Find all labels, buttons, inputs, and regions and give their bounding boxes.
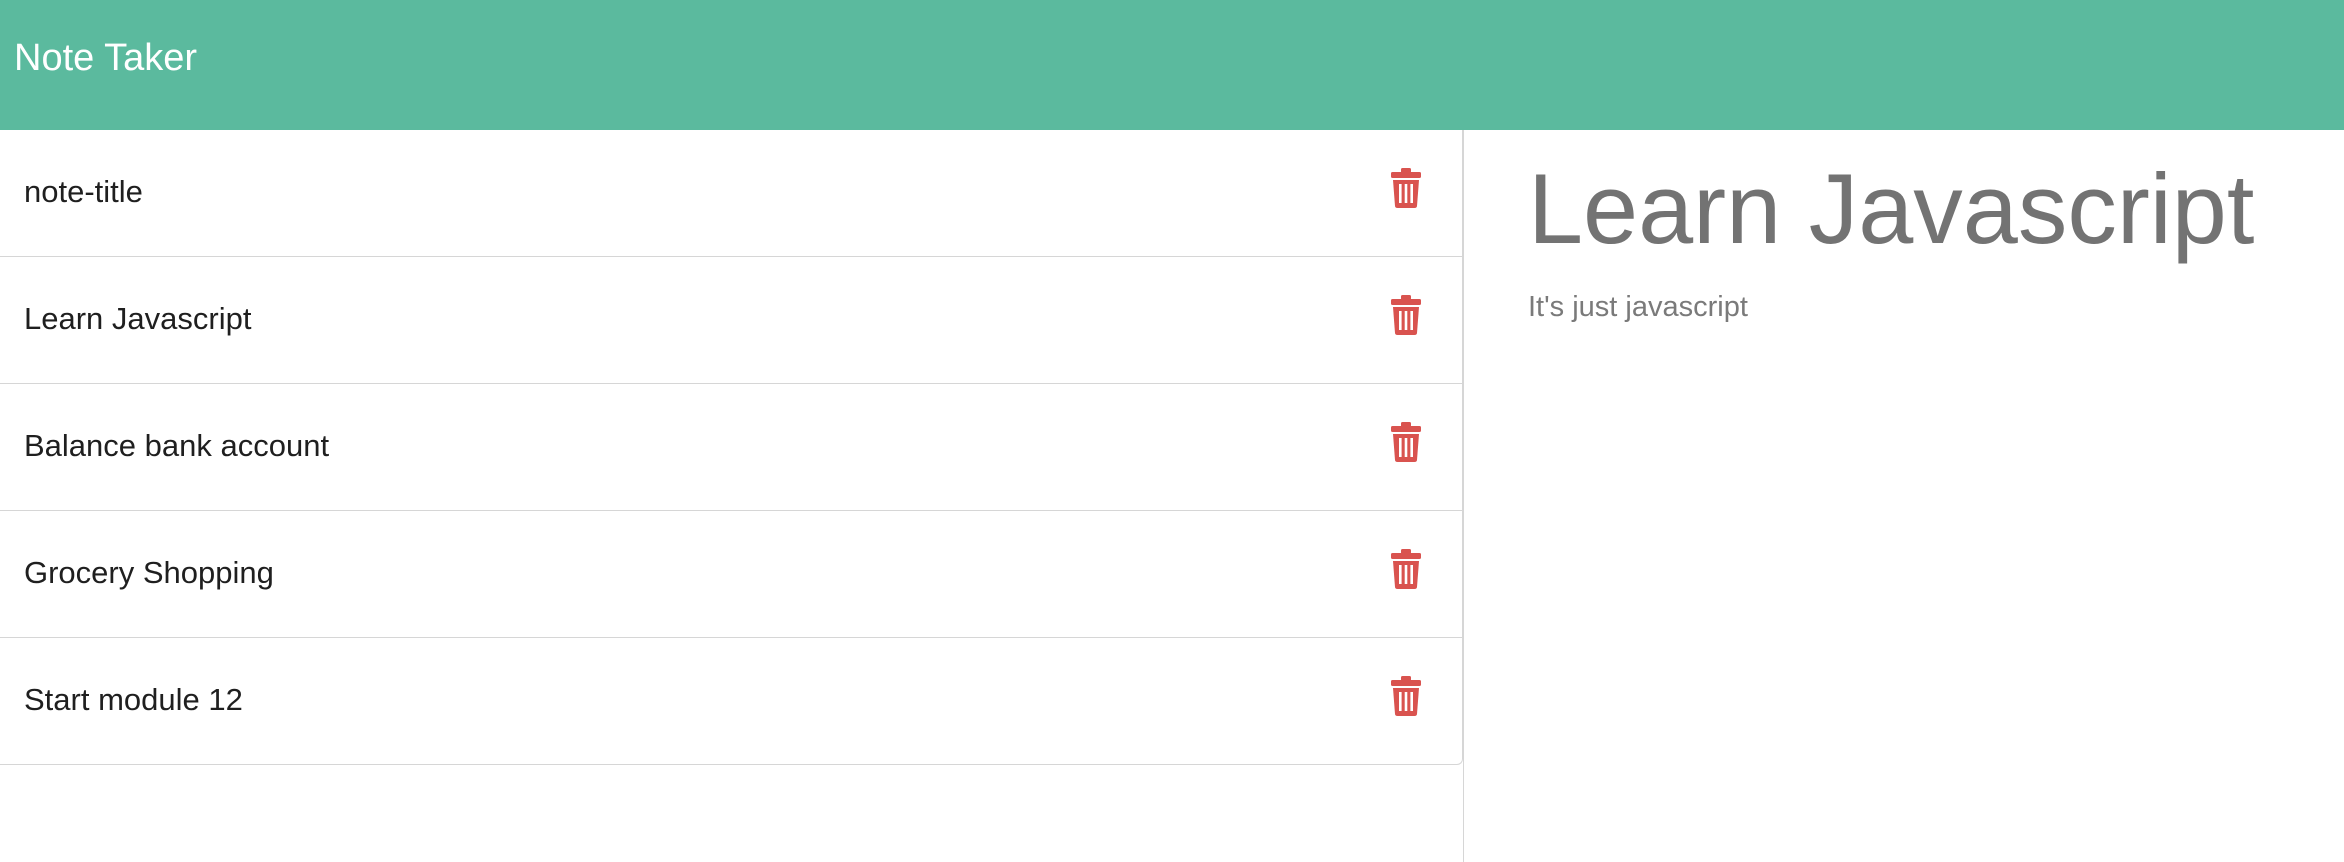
note-item-title[interactable]: Grocery Shopping — [24, 553, 274, 593]
trash-icon[interactable] — [1391, 295, 1421, 335]
note-item-title[interactable]: Balance bank account — [24, 426, 329, 466]
note-list-item[interactable]: Learn Javascript — [0, 257, 1462, 384]
top-navbar: Note Taker — [0, 0, 2344, 130]
note-text-display[interactable]: It's just javascript — [1528, 288, 1748, 326]
note-list-item[interactable]: Balance bank account — [0, 384, 1462, 511]
note-list-panel: note-title Learn Javascript Balance bank… — [0, 130, 1463, 862]
note-item-title[interactable]: Start module 12 — [24, 680, 243, 720]
note-editor-panel: Learn Javascript It's just javascript — [1464, 130, 2344, 862]
trash-icon[interactable] — [1391, 168, 1421, 208]
note-title-display[interactable]: Learn Javascript — [1528, 150, 2254, 268]
note-item-title[interactable]: note-title — [24, 172, 143, 212]
note-list: note-title Learn Javascript Balance bank… — [0, 130, 1463, 765]
trash-icon[interactable] — [1391, 676, 1421, 716]
note-list-item[interactable]: Start module 12 — [0, 638, 1462, 764]
note-list-item[interactable]: note-title — [0, 130, 1462, 257]
note-list-item[interactable]: Grocery Shopping — [0, 511, 1462, 638]
trash-icon[interactable] — [1391, 549, 1421, 589]
note-item-title[interactable]: Learn Javascript — [24, 299, 251, 339]
trash-icon[interactable] — [1391, 422, 1421, 462]
brand-link[interactable]: Note Taker — [14, 34, 197, 82]
